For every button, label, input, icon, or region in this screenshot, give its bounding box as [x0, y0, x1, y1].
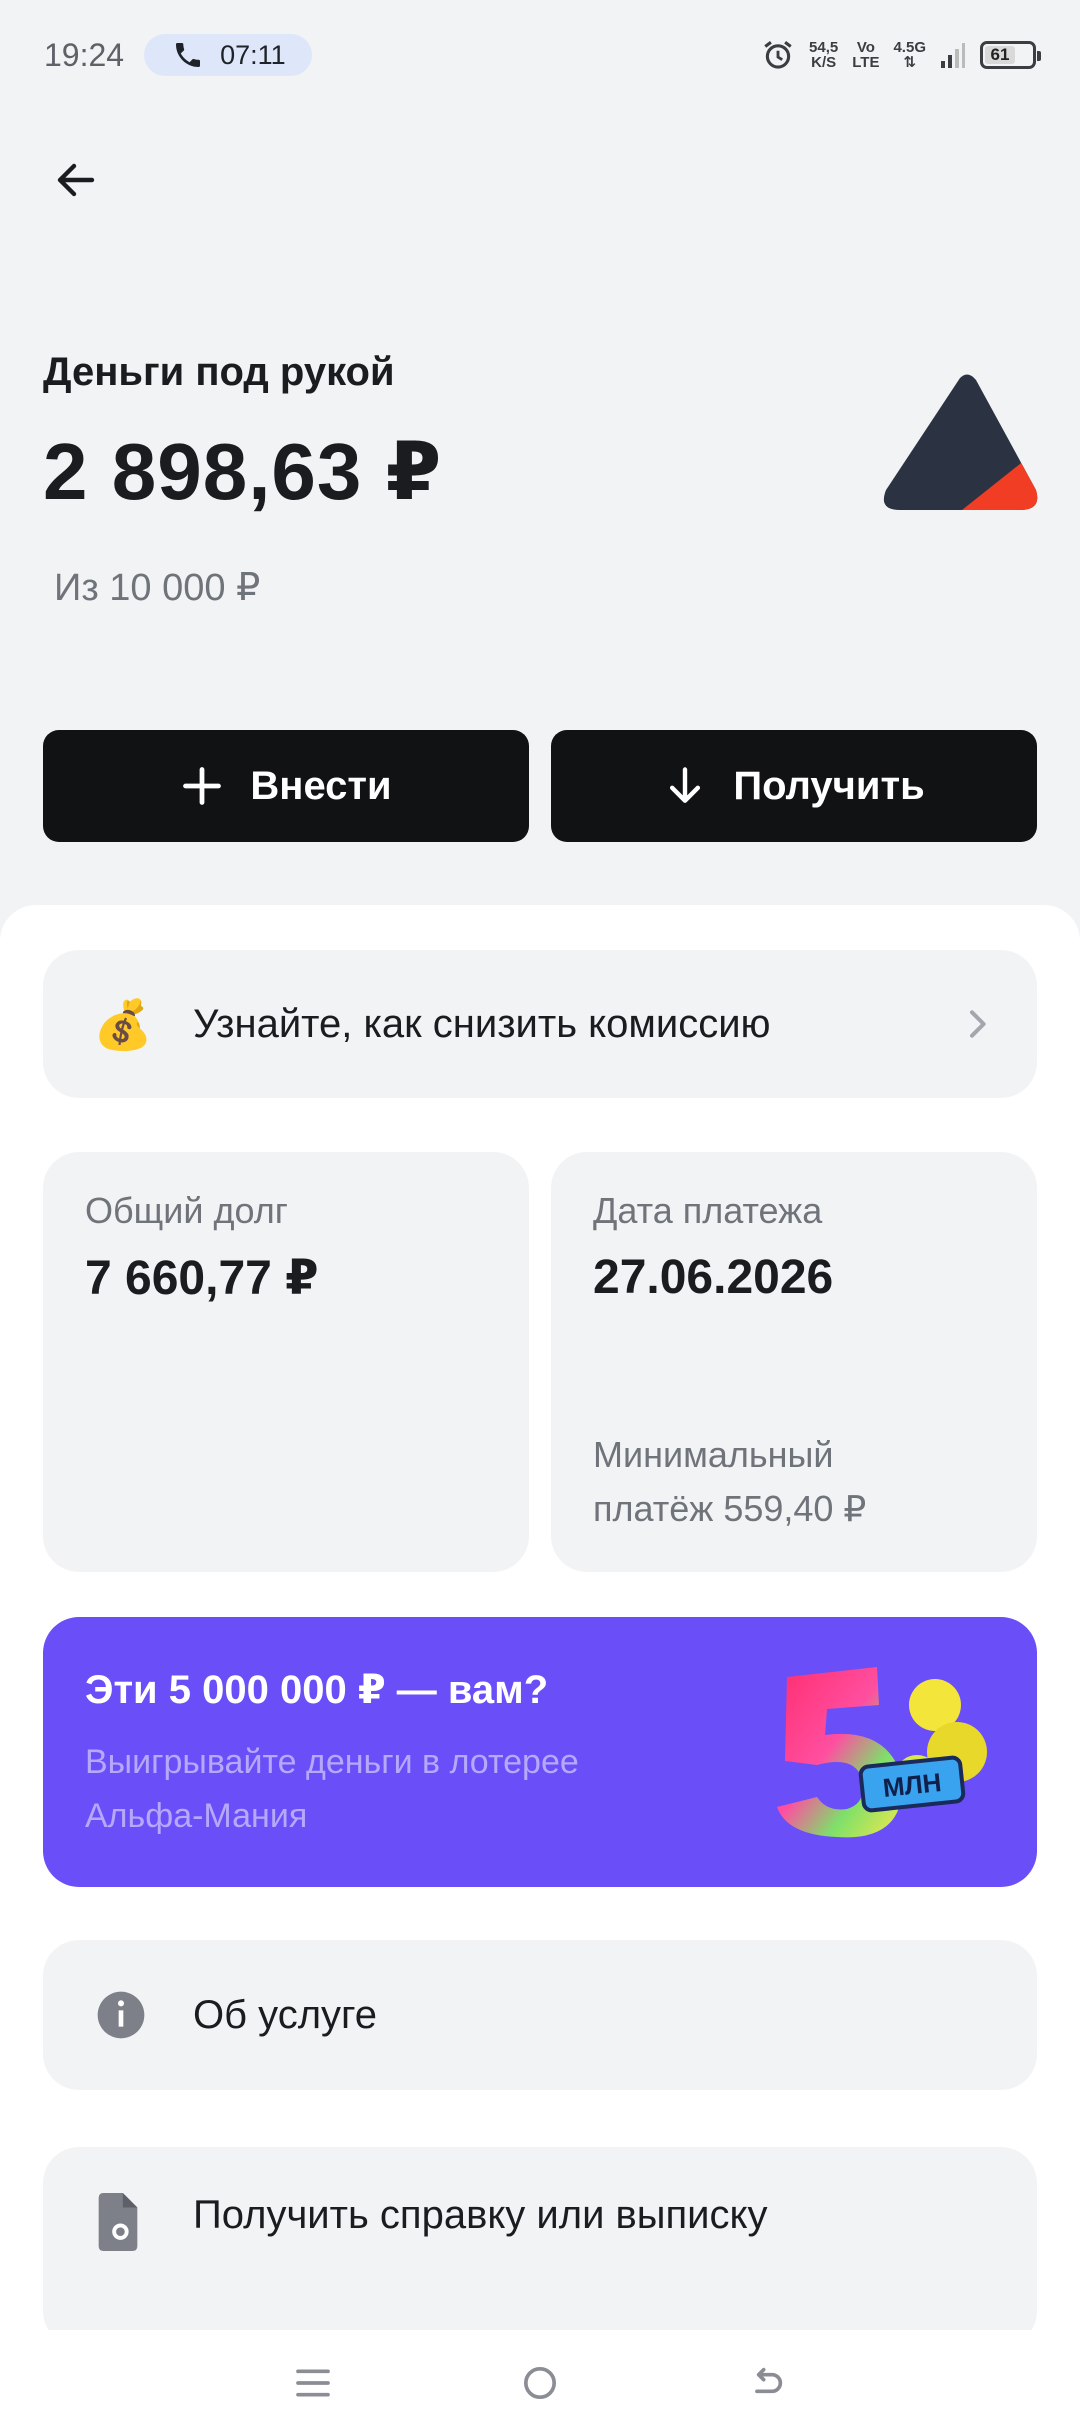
signal-icon — [941, 43, 965, 68]
payment-date-value: 27.06.2026 — [593, 1251, 834, 1304]
call-duration: 07:11 — [220, 39, 286, 70]
promo-text: Узнайте, как снизить комиссию — [193, 1001, 771, 1046]
minimum-payment: Минимальный платёж 559,40 ₽ — [593, 1434, 867, 1529]
home-icon — [523, 2367, 556, 2399]
available-balance: 2 898,63 ₽ — [43, 427, 443, 516]
system-nav-bar — [0, 2330, 1080, 2436]
receive-button[interactable]: Получить — [551, 730, 1037, 842]
arrow-down-icon — [670, 767, 701, 803]
total-debt-label: Общий долг — [85, 1190, 288, 1231]
document-icon — [98, 2193, 138, 2251]
plus-icon — [183, 767, 222, 805]
status-bar: 19:24 07:11 54,5 K/S Vo LTE 4.5G ⇅ 61 — [0, 0, 1080, 110]
million-badge: МЛН — [881, 1767, 943, 1803]
chevron-right-icon — [970, 1010, 986, 1038]
menu-icon — [296, 2369, 331, 2397]
payment-date-label: Дата платежа — [593, 1190, 823, 1231]
payment-date-card[interactable]: Дата платежа 27.06.2026 Минимальный плат… — [551, 1152, 1037, 1572]
reduce-fee-promo[interactable]: 💰 Узнайте, как снизить комиссию — [43, 950, 1037, 1098]
home-button[interactable] — [510, 2353, 570, 2413]
recent-apps-button[interactable] — [283, 2353, 343, 2413]
alfa-logo — [883, 374, 1038, 511]
volte-indicator: Vo LTE — [852, 39, 880, 71]
system-back-button[interactable] — [737, 2353, 797, 2413]
battery-icon: 61 — [980, 41, 1041, 69]
alarm-icon — [764, 41, 792, 69]
back-arrow-icon — [57, 163, 95, 197]
lottery-subtitle: Выигрывайте деньги в лотерее Альфа-Мания — [85, 1743, 579, 1835]
network-indicator: 4.5G ⇅ — [893, 39, 926, 71]
info-icon — [97, 1991, 145, 2039]
status-time: 19:24 — [44, 36, 125, 73]
call-indicator[interactable]: 07:11 — [144, 34, 312, 76]
deposit-button[interactable]: Внести — [43, 730, 529, 842]
get-certificate-label: Получить справку или выписку — [193, 2193, 768, 2237]
total-debt-value: 7 660,77 ₽ — [85, 1252, 319, 1305]
about-service-row[interactable]: Об услуге — [43, 1940, 1037, 2090]
back-icon — [754, 2367, 782, 2394]
get-certificate-row[interactable]: Получить справку или выписку — [43, 2147, 1037, 2347]
status-icons: 54,5 K/S Vo LTE 4.5G ⇅ 61 — [761, 38, 1041, 72]
back-button[interactable] — [46, 150, 106, 210]
deposit-label: Внести — [250, 763, 392, 808]
net-speed: 54,5 K/S — [809, 39, 839, 71]
receive-label: Получить — [733, 763, 925, 808]
about-service-label: Об услуге — [193, 1992, 377, 2037]
product-title: Деньги под рукой — [43, 350, 395, 394]
total-debt-card[interactable]: Общий долг 7 660,77 ₽ — [43, 1152, 529, 1572]
lottery-banner[interactable]: Эти 5 000 000 ₽ — вам? Выигрывайте деньг… — [43, 1617, 1037, 1887]
lottery-illustration: МЛН — [777, 1667, 987, 1838]
phone-icon — [176, 43, 201, 67]
money-bag-icon: 💰 — [93, 998, 153, 1052]
credit-limit: Из 10 000 ₽ — [54, 567, 261, 609]
